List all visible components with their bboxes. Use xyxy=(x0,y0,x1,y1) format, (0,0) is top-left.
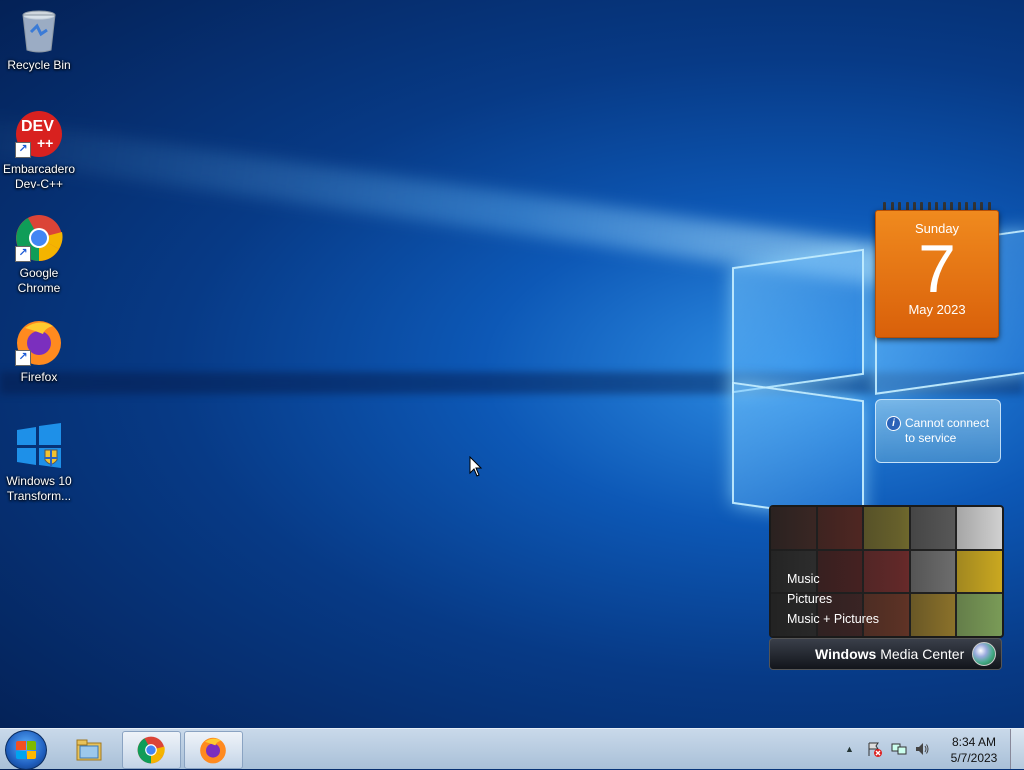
network-icon[interactable] xyxy=(891,741,907,757)
calendar-day-number: 7 xyxy=(918,231,956,307)
shortcut-arrow-icon: ↗ xyxy=(15,142,31,158)
weather-error-message: Cannot connect to service xyxy=(905,416,990,445)
firefox-icon: ↗ xyxy=(15,318,63,366)
taskbar-firefox-button[interactable] xyxy=(184,731,243,769)
wallpaper-logo-pane xyxy=(732,381,864,523)
desktop-icon-dev-cpp[interactable]: DEV ++ ↗ Embarcadero Dev-C++ xyxy=(0,110,78,192)
media-center-menu: Music Pictures Music + Pictures xyxy=(787,569,879,629)
media-center-launch-bar[interactable]: Windows Media Center xyxy=(769,638,1002,670)
desktop-icon-label: Google Chrome xyxy=(17,266,61,295)
chrome-icon: ↗ xyxy=(15,214,63,262)
clock-time: 8:34 AM xyxy=(951,735,997,749)
calendar-month-year: May 2023 xyxy=(908,302,966,317)
windows-flag-icon xyxy=(16,741,36,759)
taskbar-clock[interactable]: 8:34 AM 5/7/2023 xyxy=(948,734,1000,766)
folder-icon xyxy=(76,739,102,761)
desktop-icon-chrome[interactable]: ↗ Google Chrome xyxy=(0,214,78,296)
media-center-title: Windows Media Center xyxy=(815,646,965,662)
action-center-flag-icon[interactable] xyxy=(866,741,882,757)
desktop-icon-label: Firefox xyxy=(20,370,58,384)
media-center-gadget[interactable]: Music Pictures Music + Pictures xyxy=(769,505,1004,638)
dev-cpp-icon: DEV ++ ↗ xyxy=(15,110,63,158)
wallpaper-logo-pane xyxy=(732,248,864,394)
calendar-page: Sunday 7 May 2023 xyxy=(875,210,999,338)
dev-cpp-logo-sub: ++ xyxy=(37,135,54,151)
media-menu-pictures[interactable]: Pictures xyxy=(787,589,879,609)
firefox-icon xyxy=(200,737,226,764)
dev-cpp-logo-text: DEV xyxy=(21,118,54,135)
volume-icon[interactable] xyxy=(914,741,930,757)
windows-logo-icon xyxy=(15,422,63,470)
shortcut-arrow-icon: ↗ xyxy=(15,246,31,262)
desktop-icon-firefox[interactable]: ↗ Firefox xyxy=(0,318,78,385)
media-menu-music-pictures[interactable]: Music + Pictures xyxy=(787,609,879,629)
show-desktop-button[interactable] xyxy=(1010,729,1024,769)
info-icon: i xyxy=(886,416,901,431)
desktop-icon-recycle-bin[interactable]: Recycle Bin xyxy=(0,6,78,73)
media-center-logo-icon xyxy=(972,642,996,666)
desktop-icon-label: Embarcadero Dev-C++ xyxy=(2,162,76,191)
wallpaper-band xyxy=(0,372,1024,394)
calendar-gadget[interactable]: Sunday 7 May 2023 xyxy=(875,202,999,338)
desktop-icon-windows10-transform[interactable]: Windows 10 Transform... xyxy=(0,422,78,504)
tray-expand-icon[interactable]: ▲ xyxy=(845,744,854,754)
desktop-icon-label: Windows 10 Transform... xyxy=(6,474,72,503)
recycle-bin-icon xyxy=(15,6,63,54)
clock-date: 5/7/2023 xyxy=(950,751,998,765)
taskbar-chrome-button[interactable] xyxy=(122,731,181,769)
weather-gadget[interactable]: i Cannot connect to service xyxy=(875,399,1001,463)
shortcut-arrow-icon: ↗ xyxy=(15,350,31,366)
mouse-cursor-icon xyxy=(469,456,483,477)
taskbar-explorer-button[interactable] xyxy=(61,731,118,767)
media-menu-music[interactable]: Music xyxy=(787,569,879,589)
start-button[interactable] xyxy=(5,730,47,770)
chrome-icon xyxy=(137,736,165,764)
taskbar: ▲ 8:34 AM 5/7/2023 xyxy=(0,728,1024,770)
desktop-icon-label: Recycle Bin xyxy=(7,58,71,72)
